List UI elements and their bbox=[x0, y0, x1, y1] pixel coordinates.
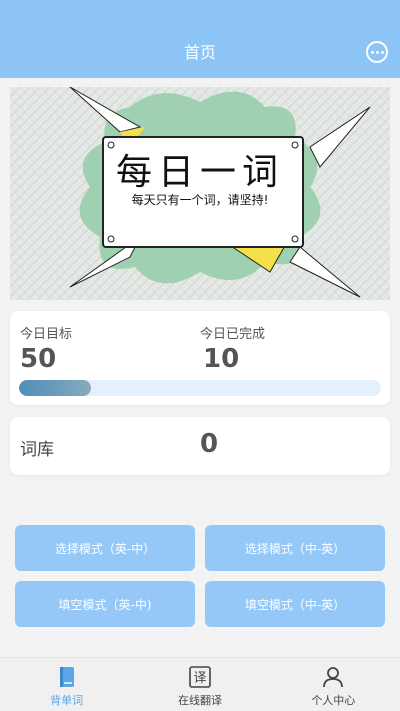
progress-fill bbox=[19, 380, 92, 396]
fill-mode-zh-en-button[interactable]: 填空模式（中-英） bbox=[205, 581, 385, 627]
daily-word-banner[interactable]: 每日一词 每天只有一个词，请坚持! bbox=[10, 87, 390, 300]
chat-bubble-icon[interactable] bbox=[366, 41, 388, 63]
choice-mode-en-zh-button[interactable]: 选择模式（英-中） bbox=[15, 525, 195, 571]
banner-title: 每日一词 bbox=[115, 152, 284, 193]
bottom-tab-bar: 背单词 译 在线翻译 个人中心 bbox=[0, 657, 400, 711]
library-count: 0 bbox=[200, 429, 219, 459]
tab-translate-label: 在线翻译 bbox=[177, 694, 222, 707]
tab-translate[interactable]: 译 在线翻译 bbox=[133, 658, 266, 711]
tab-profile-label: 个人中心 bbox=[311, 694, 356, 707]
page-title: 首页 bbox=[183, 43, 216, 62]
done-label: 今日已完成 bbox=[200, 327, 266, 342]
tab-profile[interactable]: 个人中心 bbox=[267, 658, 400, 711]
person-icon bbox=[323, 667, 344, 688]
done-value: 10 bbox=[203, 344, 240, 374]
fill-mode-en-zh-button[interactable]: 填空模式（英-中) bbox=[15, 581, 195, 627]
tab-memorize[interactable]: 背单词 bbox=[0, 658, 133, 711]
goal-label: 今日目标 bbox=[20, 327, 73, 342]
progress-bar bbox=[19, 380, 381, 396]
svg-text:译: 译 bbox=[193, 671, 206, 686]
app-header: 首页 bbox=[0, 0, 400, 78]
goal-value: 50 bbox=[20, 344, 57, 374]
translate-icon: 译 bbox=[189, 666, 211, 688]
book-icon bbox=[59, 667, 74, 687]
choice-mode-zh-en-button[interactable]: 选择模式（中-英） bbox=[205, 525, 385, 571]
word-library-card[interactable]: 词库 0 bbox=[10, 417, 390, 475]
daily-goal-card: 今日目标 50 今日已完成 10 bbox=[10, 311, 390, 405]
tab-memorize-label: 背单词 bbox=[50, 694, 84, 707]
library-label: 词库 bbox=[20, 440, 54, 460]
banner-subtitle: 每天只有一个词，请坚持! bbox=[131, 193, 269, 207]
